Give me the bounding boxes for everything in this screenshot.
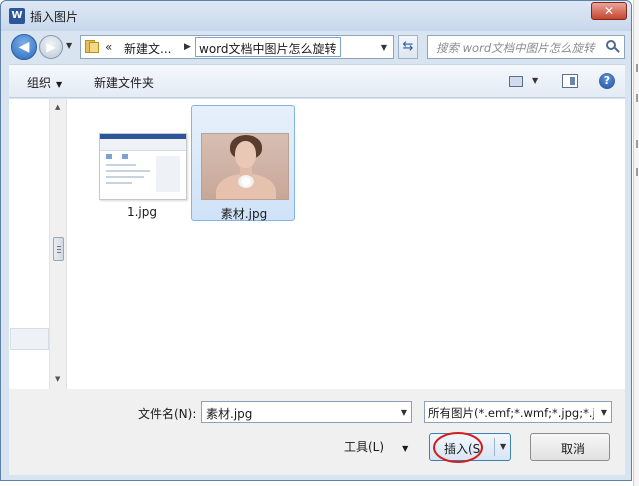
help-icon[interactable]: ? — [599, 73, 615, 89]
breadcrumb-overflow-button[interactable]: « — [105, 40, 112, 54]
file-type-select[interactable]: 所有图片(*.emf;*.wmf;*.jpg;*.jp ▼ — [424, 401, 612, 423]
file-name: 素材.jpg — [220, 207, 268, 221]
insert-picture-dialog: W 插入图片 ✕ ◀ ▶ ▼ « 新建文... ▶ word文档中图片怎么旋转 … — [0, 0, 632, 481]
tools-label: 工具(L) — [344, 440, 385, 454]
address-bar[interactable]: « 新建文... ▶ word文档中图片怎么旋转 ▼ — [80, 35, 394, 59]
tools-menu-button[interactable]: 工具(L) ▼ — [344, 438, 408, 455]
navigation-pane-item[interactable] — [10, 328, 49, 350]
scroll-down-icon[interactable]: ▼ — [55, 375, 60, 383]
chevron-down-icon: ▼ — [402, 444, 409, 453]
organize-label: 组织 — [27, 76, 52, 90]
split-divider — [494, 438, 495, 456]
address-dropdown-icon[interactable]: ▼ — [381, 43, 387, 52]
chevron-down-icon: ▼ — [56, 80, 63, 89]
file-type-value: 所有图片(*.emf;*.wmf;*.jpg;*.jp — [428, 406, 594, 420]
file-item-sucai-jpg[interactable]: 素材.jpg — [191, 105, 295, 221]
scroll-up-icon[interactable]: ▲ — [55, 103, 60, 111]
file-name: 1.jpg — [126, 205, 158, 219]
recent-locations-dropdown-icon[interactable]: ▼ — [66, 41, 72, 50]
file-item-1-jpg[interactable]: 1.jpg — [89, 105, 193, 221]
search-placeholder: 搜索 word文档中图片怎么旋转 — [436, 41, 595, 55]
command-toolbar: 组织 ▼ 新建文件夹 ▼ ? — [9, 64, 625, 98]
title-bar: W 插入图片 ✕ — [1, 1, 631, 31]
refresh-button[interactable]: ⇆ — [398, 35, 418, 59]
file-list: 1.jpg 素材.jpg — [67, 99, 625, 389]
document-thumbnail — [99, 133, 187, 200]
insert-options-dropdown-icon[interactable]: ▼ — [500, 442, 506, 451]
preview-pane-icon[interactable] — [562, 74, 578, 88]
change-view-icon[interactable] — [509, 76, 523, 87]
background-window-edge — [633, 0, 639, 486]
dialog-title: 插入图片 — [30, 10, 79, 24]
forward-button[interactable]: ▶ — [39, 35, 63, 59]
word-app-icon: W — [9, 8, 25, 24]
filename-value: 素材.jpg — [206, 407, 253, 421]
filename-label: 文件名(N): — [138, 407, 197, 421]
scrollbar-thumb[interactable] — [53, 237, 64, 261]
highlight-circle — [433, 432, 483, 463]
navigation-pane-scrollbar[interactable]: ▲ ▼ — [49, 99, 67, 389]
search-icon[interactable] — [606, 40, 620, 54]
view-options-dropdown-icon[interactable]: ▼ — [532, 76, 538, 85]
portrait-thumbnail — [201, 133, 289, 200]
organize-menu-button[interactable]: 组织 ▼ — [27, 74, 62, 91]
navigation-bar: ◀ ▶ ▼ « 新建文... ▶ word文档中图片怎么旋转 ▼ ⇆ 搜索 wo… — [1, 31, 631, 63]
file-type-dropdown-icon[interactable]: ▼ — [601, 408, 607, 417]
new-folder-button[interactable]: 新建文件夹 — [94, 74, 154, 91]
breadcrumb-item-current[interactable]: word文档中图片怎么旋转 — [195, 37, 341, 57]
filename-dropdown-icon[interactable]: ▼ — [401, 408, 407, 417]
back-button[interactable]: ◀ — [11, 34, 37, 60]
breadcrumb-chevron-icon[interactable]: ▶ — [184, 42, 191, 52]
close-button[interactable]: ✕ — [591, 2, 627, 20]
folder-icon — [85, 40, 99, 53]
file-browser: ▲ ▼ 1.jpg 素材.jpg — [9, 99, 625, 389]
cancel-label: 取消 — [561, 442, 586, 456]
filename-field[interactable]: 素材.jpg ▼ — [201, 401, 412, 423]
cancel-button[interactable]: 取消 — [530, 433, 610, 461]
navigation-pane[interactable] — [9, 99, 49, 389]
dialog-footer: 文件名(N): 素材.jpg ▼ 所有图片(*.emf;*.wmf;*.jpg;… — [9, 389, 625, 475]
search-input[interactable]: 搜索 word文档中图片怎么旋转 — [427, 35, 625, 59]
breadcrumb-item-parent[interactable]: 新建文... — [124, 40, 171, 57]
